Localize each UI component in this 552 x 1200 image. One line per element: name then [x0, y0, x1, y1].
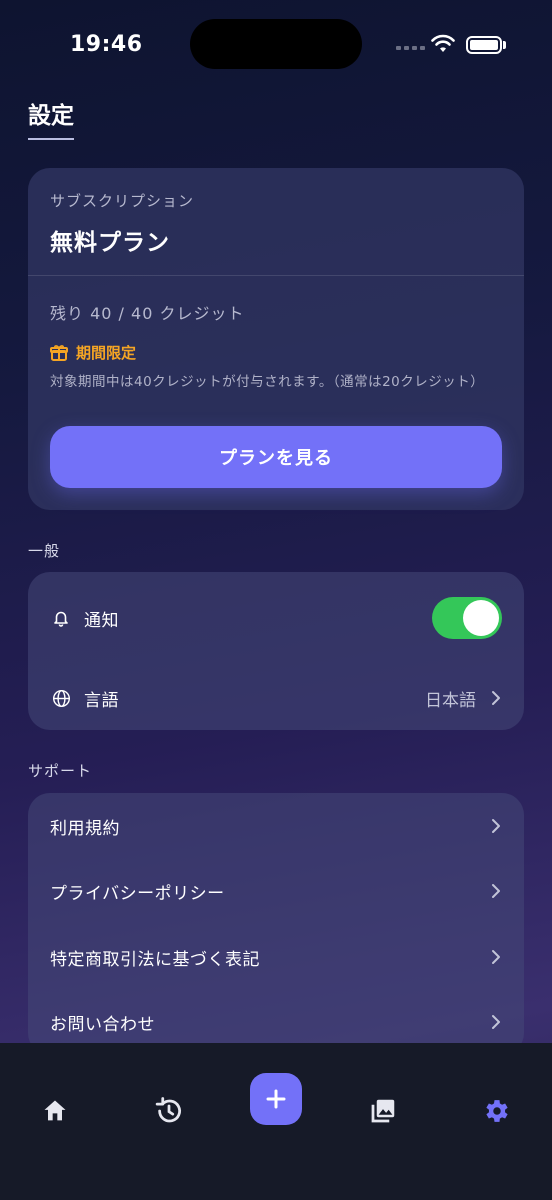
settings-icon — [486, 1100, 508, 1122]
support-card: 利用規約 プライバシーポリシー 特定商取引法に基づく表記 お問い合わせ — [28, 793, 524, 1055]
tab-gallery[interactable] — [355, 1083, 411, 1139]
add-icon — [266, 1089, 286, 1109]
home-icon — [44, 1100, 66, 1121]
chevron-right-icon — [492, 884, 500, 898]
language-label: 言語 — [84, 690, 119, 711]
limited-label: 期間限定 — [76, 344, 137, 362]
support-item-commerce-law[interactable]: 特定商取引法に基づく表記 — [28, 936, 524, 978]
subscription-card: サブスクリプション 無料プラン 残り 40 / 40 クレジット 期間限定 対象… — [28, 168, 524, 510]
history-icon — [155, 1097, 181, 1123]
support-item-contact[interactable]: お問い合わせ — [28, 1001, 524, 1043]
gallery-icon — [371, 1099, 395, 1123]
gift-icon — [50, 344, 68, 361]
tab-settings[interactable] — [469, 1083, 525, 1139]
support-item-label: プライバシーポリシー — [50, 883, 225, 904]
plan-name: 無料プラン — [50, 230, 170, 256]
tab-bar — [0, 1043, 552, 1200]
section-label-general: 一般 — [28, 542, 61, 560]
notifications-row: 通知 — [28, 597, 524, 639]
limited-note: 対象期間中は40クレジットが付与されます。（通常は20クレジット） — [50, 374, 485, 390]
support-item-label: 利用規約 — [50, 818, 120, 839]
view-plans-button[interactable]: プランを見る — [50, 426, 502, 488]
language-row[interactable]: 言語 日本語 — [28, 677, 524, 719]
tab-history[interactable] — [141, 1083, 197, 1139]
globe-icon — [50, 687, 72, 709]
wifi-icon — [431, 34, 455, 52]
chevron-right-icon — [492, 819, 500, 833]
chevron-right-icon — [492, 1015, 500, 1029]
chevron-right-icon — [492, 691, 500, 705]
subscription-label: サブスクリプション — [50, 192, 195, 210]
dynamic-island — [190, 19, 362, 69]
language-value: 日本語 — [425, 690, 476, 711]
notifications-label: 通知 — [84, 610, 119, 631]
general-card: 通知 言語 日本語 — [28, 572, 524, 730]
status-time: 19:46 — [70, 32, 143, 57]
section-label-support: サポート — [28, 762, 93, 780]
cellular-signal-icon — [396, 46, 425, 50]
bell-icon — [50, 607, 72, 629]
battery-icon — [466, 36, 502, 54]
credits-remaining: 残り 40 / 40 クレジット — [50, 304, 245, 323]
status-bar: 19:46 — [0, 0, 552, 90]
notifications-toggle[interactable] — [432, 597, 502, 639]
support-item-terms[interactable]: 利用規約 — [28, 805, 524, 847]
support-item-label: 特定商取引法に基づく表記 — [50, 949, 260, 970]
support-item-label: お問い合わせ — [50, 1014, 155, 1035]
add-button[interactable] — [250, 1073, 302, 1125]
support-item-privacy[interactable]: プライバシーポリシー — [28, 870, 524, 912]
limited-badge: 期間限定 — [50, 342, 502, 363]
tab-home[interactable] — [27, 1083, 83, 1139]
page-title: 設定 — [28, 96, 74, 140]
chevron-right-icon — [492, 950, 500, 964]
